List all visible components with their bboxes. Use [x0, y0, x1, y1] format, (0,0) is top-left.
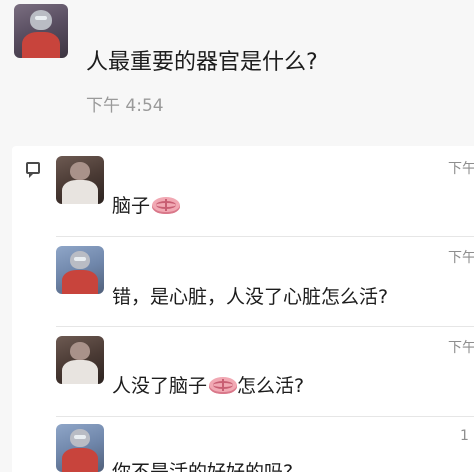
reply-timestamp: 1 — [460, 428, 469, 444]
reply-text-part: 脑子 — [112, 195, 151, 217]
brain-emoji-icon — [152, 197, 181, 214]
brain-emoji-icon — [209, 377, 238, 394]
reply-text-part: 怎么活? — [237, 375, 305, 397]
reply-timestamp: 下午 — [448, 161, 474, 177]
reply-text: 你不是活的好好的吗? — [112, 461, 294, 472]
reply-text: 错，是心脏，人没了心脏怎么活? — [112, 286, 389, 308]
reply-timestamp: 下午 — [448, 250, 474, 266]
avatar[interactable] — [56, 156, 104, 204]
divider — [56, 326, 474, 327]
avatar[interactable] — [56, 424, 104, 472]
chat-screen: 人最重要的器官是什么? 下午 4:54 下午 脑子 下午 错，是心脏，人没了心脏… — [0, 0, 474, 472]
divider — [56, 416, 474, 417]
reply-text: 人没了脑子 怎么活? — [112, 371, 304, 398]
reply-text-part: 人没了脑子 — [112, 375, 208, 397]
divider — [56, 236, 474, 237]
message-timestamp: 下午 4:54 — [86, 96, 164, 116]
avatar[interactable] — [14, 4, 68, 58]
reply-text: 脑子 — [112, 191, 181, 218]
avatar[interactable] — [56, 336, 104, 384]
top-message[interactable]: 人最重要的器官是什么? 下午 4:54 — [0, 0, 474, 140]
comment-icon[interactable] — [26, 162, 40, 178]
reply-timestamp: 下午 — [448, 340, 474, 356]
message-text: 人最重要的器官是什么? — [86, 50, 318, 75]
avatar[interactable] — [56, 246, 104, 294]
